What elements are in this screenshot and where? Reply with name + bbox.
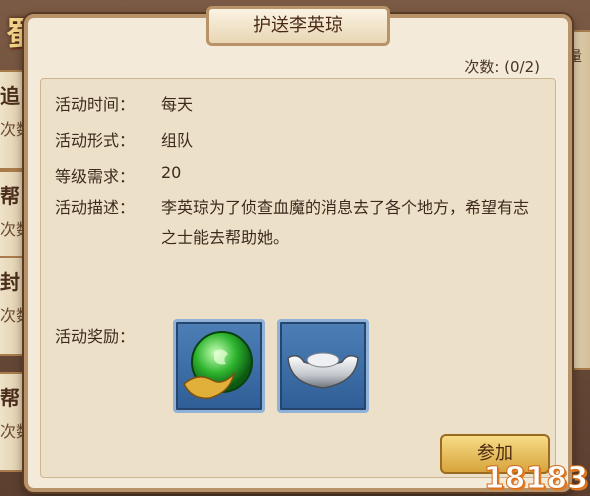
dialog-content: 活动时间： 每天 活动形式： 组队 等级需求： 20 活动描述： 李英琼为了侦查… xyxy=(40,78,556,478)
activity-form-row: 活动形式： 组队 xyxy=(55,127,193,151)
level-requirement-label: 等级需求： xyxy=(55,167,136,186)
activity-time-label: 活动时间： xyxy=(55,95,136,114)
reward-slot[interactable] xyxy=(277,319,369,413)
background-card-title: 帮 xyxy=(0,386,20,410)
activity-time-value: 每天 xyxy=(161,95,194,114)
activity-description-value: 李英琼为了侦查血魔的消息去了各个地方，希望有志之士能去帮助她。 xyxy=(161,198,530,247)
reward-slot[interactable] xyxy=(173,319,265,413)
green-orb-icon xyxy=(183,331,253,399)
dialog-title: 护送李英琼 xyxy=(206,6,390,46)
site-watermark: 18183 xyxy=(483,461,588,496)
silver-ingot-icon xyxy=(287,352,359,389)
level-requirement-row: 等级需求： 20 xyxy=(55,163,181,187)
level-requirement-value: 20 xyxy=(161,163,182,182)
attempt-count: 次数: (0/2) xyxy=(464,58,540,76)
background-card-title: 封 xyxy=(0,270,20,294)
activity-form-label: 活动形式： xyxy=(55,131,136,150)
activity-description-row: 活动描述： 李英琼为了侦查血魔的消息去了各个地方，希望有志之士能去帮助她。 xyxy=(55,193,539,253)
activity-reward-label: 活动奖励： xyxy=(55,327,136,346)
activity-time-row: 活动时间： 每天 xyxy=(55,91,193,115)
activity-reward-row: 活动奖励： xyxy=(55,323,161,347)
activity-description-label: 活动描述： xyxy=(55,198,136,217)
background-card-title: 帮 xyxy=(0,184,20,208)
activity-form-value: 组队 xyxy=(161,131,194,150)
activity-dialog: 护送李英琼 次数: (0/2) 活动时间： 每天 活动形式： 组队 等级需求： … xyxy=(24,6,572,492)
background-card-title: 追 xyxy=(0,84,20,108)
